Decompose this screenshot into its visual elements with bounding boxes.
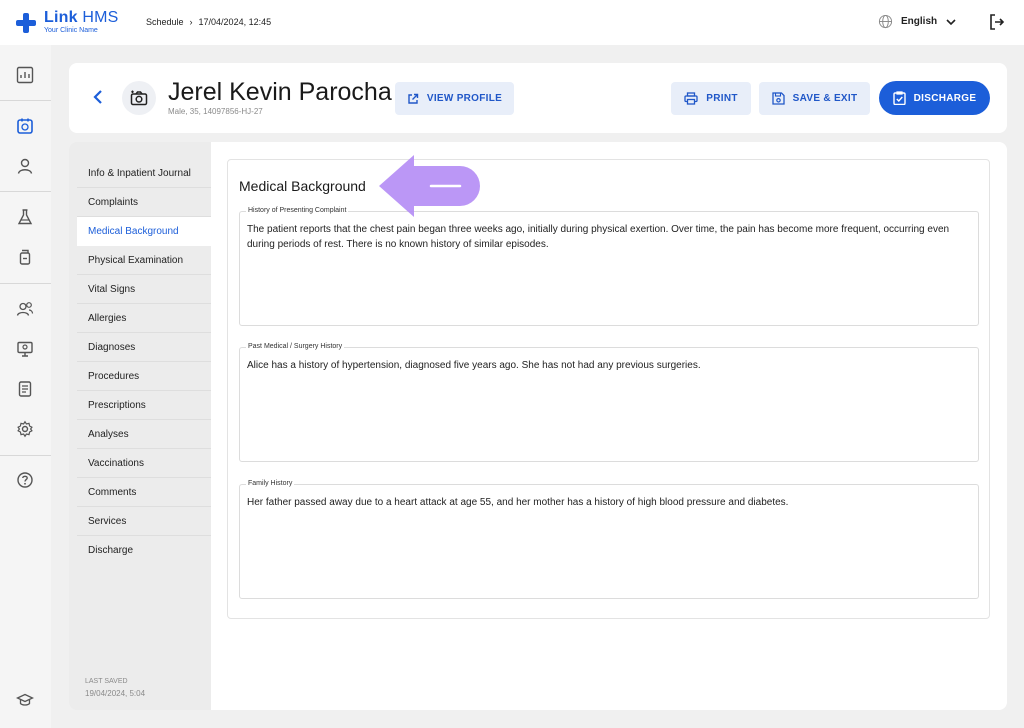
field-value: Alice has a history of hypertension, dia… <box>247 360 701 371</box>
nav-item-complaints[interactable]: Complaints <box>77 188 211 217</box>
field-value: The patient reports that the chest pain … <box>247 224 950 250</box>
schedule-icon[interactable] <box>15 116 35 136</box>
save-icon <box>771 92 785 105</box>
language-selector[interactable]: English <box>878 14 957 29</box>
save-exit-label: SAVE & EXIT <box>792 93 858 104</box>
app-name: Link HMS <box>44 9 119 26</box>
breadcrumb: Schedule › 17/04/2024, 12:45 <box>146 17 271 27</box>
medical-background-card: Medical Background History of Presenting… <box>227 159 990 619</box>
icon-rail <box>0 45 51 728</box>
patient-name: Jerel Kevin Parocha <box>168 78 392 106</box>
family-history-field[interactable]: Family History Her father passed away du… <box>239 480 979 599</box>
nav-item-allergies[interactable]: Allergies <box>77 304 211 333</box>
field-value: Her father passed away due to a heart at… <box>247 497 789 508</box>
nav-item-vaccinations[interactable]: Vaccinations <box>77 449 211 478</box>
discharge-button[interactable]: DISCHARGE <box>879 81 990 115</box>
settings-icon[interactable] <box>15 419 35 439</box>
clipboard-check-icon <box>892 91 906 105</box>
breadcrumb-separator: › <box>189 17 193 27</box>
nav-item-analyses[interactable]: Analyses <box>77 420 211 449</box>
last-saved-label: LAST SAVED <box>85 678 128 685</box>
nav-item-diagnoses[interactable]: Diagnoses <box>77 333 211 362</box>
breadcrumb-datetime: 17/04/2024, 12:45 <box>198 17 272 27</box>
nav-item-procedures[interactable]: Procedures <box>77 362 211 391</box>
section-nav: Info & Inpatient Journal Complaints Medica… <box>77 159 211 565</box>
nav-item-vital-signs[interactable]: Vital Signs <box>77 275 211 304</box>
nav-item-prescriptions[interactable]: Prescriptions <box>77 391 211 420</box>
help-icon[interactable] <box>15 470 35 490</box>
discharge-label: DISCHARGE <box>913 92 977 104</box>
nav-item-discharge[interactable]: Discharge <box>77 536 211 565</box>
pharmacy-icon[interactable] <box>15 247 35 267</box>
dashboard-icon[interactable] <box>15 65 35 85</box>
print-label: PRINT <box>706 93 738 104</box>
logout-button[interactable] <box>988 13 1006 36</box>
globe-icon <box>878 14 893 29</box>
field-label: Family History <box>246 480 295 487</box>
last-saved-value: 19/04/2024, 5:04 <box>85 689 146 698</box>
chevron-left-icon <box>93 90 102 104</box>
monitor-icon[interactable] <box>15 339 35 359</box>
view-profile-button[interactable]: VIEW PROFILE <box>395 82 514 115</box>
external-link-icon <box>408 93 419 104</box>
logo-cross-icon <box>16 13 36 33</box>
nav-item-services[interactable]: Services <box>77 507 211 536</box>
field-label: Past Medical / Surgery History <box>246 343 345 350</box>
clinic-name: Your Clinic Name <box>44 27 98 34</box>
nav-item-info-inpatient-journal[interactable]: Info & Inpatient Journal <box>77 159 211 188</box>
academy-icon[interactable] <box>15 690 35 710</box>
language-label: English <box>901 16 938 27</box>
section-nav-panel: Info & Inpatient Journal Complaints Medica… <box>69 142 211 710</box>
add-photo-button[interactable] <box>122 81 156 115</box>
nav-item-medical-background[interactable]: Medical Background <box>77 217 211 246</box>
main-panel: Medical Background History of Presenting… <box>211 142 1007 710</box>
top-bar: Link HMS Your Clinic Name Schedule › 17/… <box>0 0 1024 45</box>
chevron-down-icon <box>946 18 956 25</box>
staff-icon[interactable] <box>15 299 35 319</box>
patient-header: Jerel Kevin Parocha Male, 35, 14097856-H… <box>69 63 1007 133</box>
nav-item-comments[interactable]: Comments <box>77 478 211 507</box>
print-button[interactable]: PRINT <box>671 82 751 115</box>
printer-icon <box>684 92 698 105</box>
logout-icon <box>990 14 1005 30</box>
patient-meta: Male, 35, 14097856-HJ-27 <box>168 107 263 116</box>
camera-icon <box>130 90 148 106</box>
field-label: History of Presenting Complaint <box>246 207 349 214</box>
annotation-arrow-icon <box>379 155 480 217</box>
view-profile-label: VIEW PROFILE <box>426 93 503 104</box>
breadcrumb-schedule[interactable]: Schedule <box>146 17 184 27</box>
patient-icon[interactable] <box>15 156 35 176</box>
report-icon[interactable] <box>15 379 35 399</box>
lab-icon[interactable] <box>15 207 35 227</box>
presenting-complaint-field[interactable]: History of Presenting Complaint The pati… <box>239 207 979 326</box>
section-title: Medical Background <box>239 178 366 194</box>
medical-surgery-history-field[interactable]: Past Medical / Surgery History Alice has… <box>239 343 979 462</box>
back-button[interactable] <box>90 88 106 111</box>
save-exit-button[interactable]: SAVE & EXIT <box>759 82 870 115</box>
app-logo[interactable]: Link HMS Your Clinic Name <box>16 10 119 34</box>
nav-item-physical-examination[interactable]: Physical Examination <box>77 246 211 275</box>
